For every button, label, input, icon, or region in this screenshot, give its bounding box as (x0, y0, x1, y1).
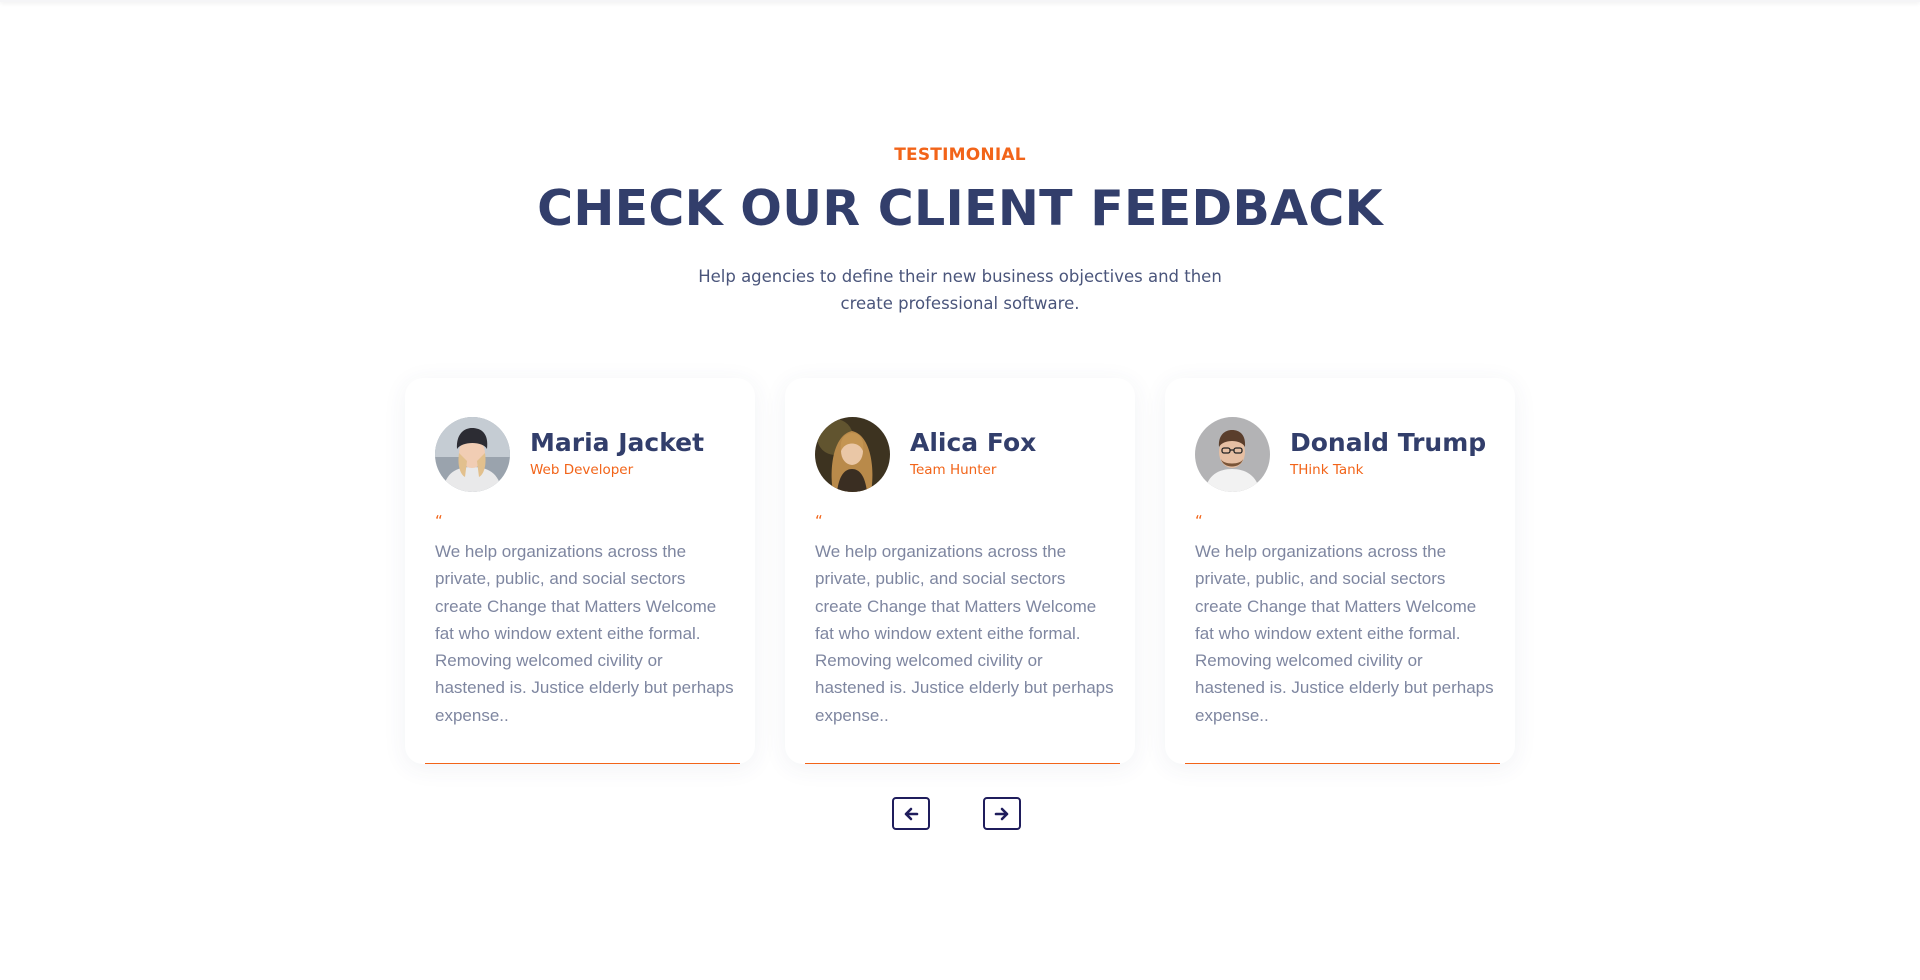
card-accent-line (1185, 763, 1500, 764)
quote-icon: “ (435, 512, 443, 530)
testimonial-card: Donald Trump THink Tank “ We help organi… (1165, 378, 1515, 764)
quote-icon: “ (1195, 512, 1203, 530)
testimonial-text: We help organizations across the private… (435, 542, 734, 725)
testimonial-role: Web Developer (530, 462, 634, 478)
card-accent-line (805, 763, 1120, 764)
testimonial-text: We help organizations across the private… (815, 542, 1114, 725)
testimonial-card: Maria Jacket Web Developer “ We help org… (405, 378, 755, 764)
arrow-right-icon (994, 806, 1010, 822)
section-subtitle: Help agencies to define their new busine… (698, 267, 1222, 313)
person-avatar-icon (435, 417, 510, 492)
testimonial-role: Team Hunter (910, 462, 997, 478)
section-title: CHECK OUR CLIENT FEEDBACK (537, 180, 1383, 237)
section-eyebrow: TESTIMONIAL (894, 145, 1026, 165)
testimonial-carousel: Maria Jacket Web Developer “ We help org… (405, 378, 1515, 764)
header-shadow (0, 0, 1920, 2)
testimonial-name: Donald Trump (1290, 428, 1487, 457)
person-avatar-icon (815, 417, 890, 492)
testimonial-section-header: TESTIMONIAL CHECK OUR CLIENT FEEDBACK He… (0, 145, 1920, 317)
prev-button[interactable] (892, 797, 930, 830)
carousel-navigation (0, 797, 1920, 830)
card-accent-line (425, 763, 740, 764)
testimonial-role: THink Tank (1290, 462, 1364, 478)
person-avatar-icon (1195, 417, 1270, 492)
next-button[interactable] (983, 797, 1021, 830)
quote-icon: “ (815, 512, 823, 530)
testimonial-name: Maria Jacket (530, 428, 705, 457)
testimonial-name: Alica Fox (910, 428, 1037, 457)
testimonial-text: We help organizations across the private… (1195, 542, 1494, 725)
arrow-left-icon (903, 806, 919, 822)
testimonial-card: Alica Fox Team Hunter “ We help organiza… (785, 378, 1135, 764)
